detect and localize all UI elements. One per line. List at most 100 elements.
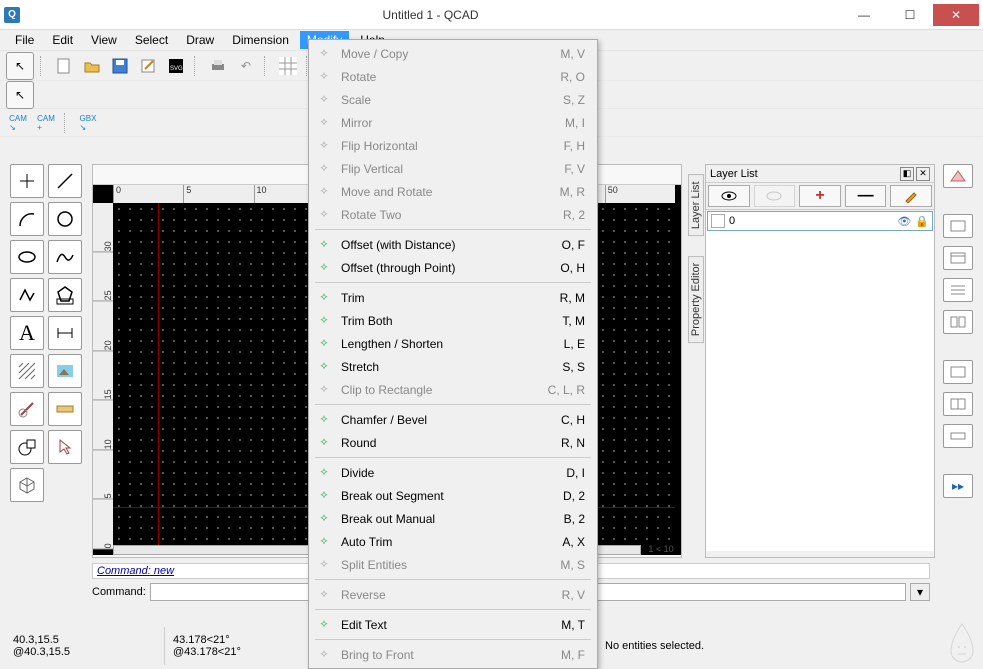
rs-btn-play[interactable]: ▸▸ (943, 474, 973, 498)
rs-btn-6[interactable] (943, 360, 973, 384)
menu-item-shortcut: R, M (560, 291, 585, 305)
rs-btn-1[interactable] (943, 164, 973, 188)
grid-toggle[interactable] (276, 54, 300, 78)
menu-item-label: Break out Segment (341, 489, 555, 503)
menu-edit[interactable]: Edit (45, 31, 80, 49)
cursor-icon[interactable]: ↖ (15, 88, 25, 102)
menu-item-icon: ⟡ (315, 236, 333, 254)
arc-tool[interactable] (10, 202, 44, 236)
menu-dimension[interactable]: Dimension (225, 31, 296, 49)
menu-item-label: Rotate (341, 70, 552, 84)
pointer-tool-frame-2: ↖ (6, 81, 34, 109)
menu-item-icon: ⟡ (315, 586, 333, 604)
command-settings[interactable]: ▾ (910, 583, 930, 601)
menu-item-shortcut: A, X (562, 535, 585, 549)
undo-button[interactable]: ↶ (234, 54, 258, 78)
text-tool[interactable]: A (10, 316, 44, 350)
edit-button[interactable] (136, 54, 160, 78)
ellipse-tool[interactable] (10, 240, 44, 274)
hatch-tool[interactable] (10, 354, 44, 388)
open-button[interactable] (80, 54, 104, 78)
spline-tool[interactable] (48, 240, 82, 274)
menu-item-label: Flip Vertical (341, 162, 556, 176)
line-tool[interactable] (48, 164, 82, 198)
measure-tool[interactable] (10, 392, 44, 426)
layer-edit[interactable] (890, 185, 932, 207)
circle-tool[interactable] (48, 202, 82, 236)
menu-item-offset-through-point-[interactable]: ⟡Offset (through Point)O, H (309, 256, 597, 279)
ruler-tool[interactable] (48, 392, 82, 426)
save-button[interactable] (108, 54, 132, 78)
menu-item-offset-with-distance-[interactable]: ⟡Offset (with Distance)O, F (309, 233, 597, 256)
image-tool[interactable] (48, 354, 82, 388)
cam-button-1[interactable]: CAM↘ (6, 111, 30, 135)
menu-item-icon: ⟡ (315, 335, 333, 353)
menu-item-shortcut: R, O (560, 70, 585, 84)
layer-show-all[interactable] (708, 185, 750, 207)
menu-item-label: Lengthen / Shorten (341, 337, 556, 351)
layer-add[interactable]: + (799, 185, 841, 207)
dock-side-tabs: Property Editor Layer List (687, 164, 705, 353)
cursor-icon[interactable]: ↖ (15, 59, 25, 73)
menu-item-break-out-segment[interactable]: ⟡Break out SegmentD, 2 (309, 484, 597, 507)
dock-float-button[interactable]: ◧ (900, 167, 914, 181)
menu-item-trim[interactable]: ⟡TrimR, M (309, 286, 597, 309)
lock-icon[interactable]: 🔒 (915, 215, 929, 228)
rs-btn-8[interactable] (943, 424, 973, 448)
dimension-tool[interactable] (48, 316, 82, 350)
close-button[interactable]: ✕ (933, 4, 979, 26)
rs-btn-4[interactable] (943, 278, 973, 302)
tab-property-editor[interactable]: Property Editor (688, 256, 704, 343)
menu-item-label: Flip Horizontal (341, 139, 556, 153)
menu-item-icon: ⟡ (315, 206, 333, 224)
svg-text:SVG: SVG (170, 66, 183, 72)
svg-export-button[interactable]: SVG (164, 54, 188, 78)
layer-hide-all[interactable] (754, 185, 796, 207)
menu-item-stretch[interactable]: ⟡StretchS, S (309, 355, 597, 378)
eye-icon[interactable]: 👁 (897, 215, 911, 228)
menu-item-reverse: ⟡ReverseR, V (309, 583, 597, 606)
maximize-button[interactable]: ☐ (887, 4, 933, 26)
dock-close-button[interactable]: ✕ (916, 167, 930, 181)
menu-item-icon: ⟡ (315, 183, 333, 201)
menu-item-chamfer-bevel[interactable]: ⟡Chamfer / BevelC, H (309, 408, 597, 431)
menu-item-icon: ⟡ (315, 259, 333, 277)
layer-row-0[interactable]: 0 👁 🔒 (707, 211, 933, 231)
menu-item-icon: ⟡ (315, 45, 333, 63)
shape-tool[interactable] (10, 430, 44, 464)
menu-file[interactable]: File (8, 31, 41, 49)
menu-item-divide[interactable]: ⟡DivideD, I (309, 461, 597, 484)
point-tool[interactable] (10, 164, 44, 198)
gbx-button[interactable]: GBX↘ (76, 111, 100, 135)
menu-item-rotate-two: ⟡Rotate TwoR, 2 (309, 203, 597, 226)
menu-item-icon: ⟡ (315, 616, 333, 634)
menu-item-edit-text[interactable]: ⟡Edit TextM, T (309, 613, 597, 636)
menu-item-trim-both[interactable]: ⟡Trim BothT, M (309, 309, 597, 332)
new-button[interactable] (52, 54, 76, 78)
rs-btn-5[interactable] (943, 310, 973, 334)
menu-item-shortcut: L, E (564, 337, 585, 351)
tab-layer-list[interactable]: Layer List (688, 174, 704, 236)
iso-tool[interactable] (10, 468, 44, 502)
cam-button-2[interactable]: CAM+ (34, 111, 58, 135)
menu-item-auto-trim[interactable]: ⟡Auto TrimA, X (309, 530, 597, 553)
menu-select[interactable]: Select (128, 31, 175, 49)
minimize-button[interactable]: — (841, 4, 887, 26)
menu-item-rotate: ⟡ Rotate R, O (309, 65, 597, 88)
menu-item-break-out-manual[interactable]: ⟡Break out ManualB, 2 (309, 507, 597, 530)
polyline-tool[interactable] (10, 278, 44, 312)
print-button[interactable] (206, 54, 230, 78)
menu-item-icon: ⟡ (315, 510, 333, 528)
rs-btn-2[interactable] (943, 214, 973, 238)
rs-btn-3[interactable] (943, 246, 973, 270)
rs-btn-7[interactable] (943, 392, 973, 416)
menu-item-round[interactable]: ⟡RoundR, N (309, 431, 597, 454)
menu-item-icon: ⟡ (315, 533, 333, 551)
layer-remove[interactable]: — (845, 185, 887, 207)
polygon-tool[interactable] (48, 278, 82, 312)
menu-item-lengthen-shorten[interactable]: ⟡ Lengthen / Shorten L, E (309, 332, 597, 355)
menu-draw[interactable]: Draw (179, 31, 221, 49)
menu-item-icon: ⟡ (315, 68, 333, 86)
menu-view[interactable]: View (84, 31, 124, 49)
select-arrow-tool[interactable] (48, 430, 82, 464)
